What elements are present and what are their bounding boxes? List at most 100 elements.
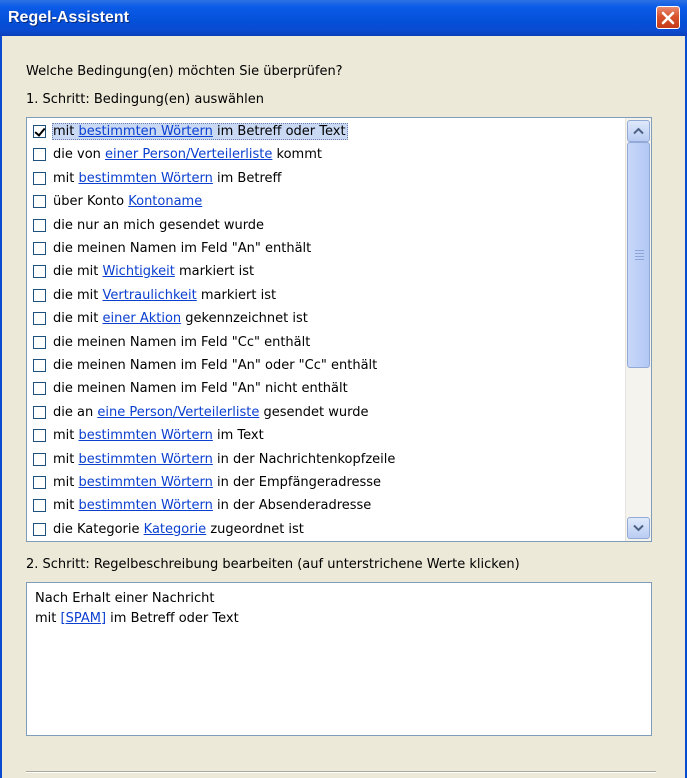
condition-label: mit bestimmten Wörtern in der Empfängera… <box>52 474 383 491</box>
condition-text: im Betreff <box>212 170 282 186</box>
close-x-icon <box>661 11 675 24</box>
rule-description-box: Nach Erhalt einer Nachricht mit [SPAM] i… <box>26 582 652 736</box>
condition-row[interactable]: mit bestimmten Wörtern in der Absenderad… <box>27 494 625 517</box>
condition-text: mit <box>53 451 79 467</box>
condition-label: mit bestimmten Wörtern im Betreff <box>52 170 283 187</box>
condition-row[interactable]: die von einer Person/Verteilerliste komm… <box>27 143 625 166</box>
condition-row[interactable]: die meinen Namen im Feld "Cc" enthält <box>27 331 625 354</box>
condition-label: die meinen Namen im Feld "An" nicht enth… <box>52 380 350 397</box>
condition-row[interactable]: die nur an mich gesendet wurde <box>27 214 625 237</box>
condition-row[interactable]: mit bestimmten Wörtern im Betreff oder T… <box>27 120 625 143</box>
condition-text: in der Nachrichtenkopfzeile <box>212 451 396 467</box>
condition-text: im Text <box>212 428 264 444</box>
condition-row[interactable]: mit bestimmten Wörtern im Betreff <box>27 167 625 190</box>
condition-text: gekennzeichnet ist <box>181 311 308 327</box>
thumb-grip-line <box>635 253 644 254</box>
spam-value-link[interactable]: [SPAM] <box>61 611 107 626</box>
condition-checkbox[interactable] <box>33 359 46 372</box>
condition-value-link[interactable]: bestimmten Wörtern <box>79 498 213 513</box>
condition-row[interactable]: die meinen Namen im Feld "An" enthält <box>27 237 625 260</box>
condition-checkbox[interactable] <box>33 218 46 232</box>
condition-checkbox[interactable] <box>33 382 46 396</box>
condition-text: die an <box>53 404 98 420</box>
condition-label: die meinen Namen im Feld "An" enthält <box>52 240 313 257</box>
condition-row[interactable]: mit bestimmten Wörtern im Text <box>27 424 625 447</box>
condition-text: mit <box>53 498 79 514</box>
condition-text: mit <box>53 170 79 186</box>
condition-text: markiert ist <box>174 264 255 280</box>
condition-checkbox[interactable] <box>33 288 46 302</box>
close-button[interactable] <box>656 6 680 29</box>
condition-text: in der Absenderadresse <box>212 498 372 514</box>
condition-label: die mit einer Aktion gekennzeichnet ist <box>52 310 310 327</box>
condition-row[interactable]: die an eine Person/Verteilerliste gesend… <box>27 401 625 424</box>
condition-text: in der Empfängeradresse <box>212 475 382 490</box>
condition-text: über Konto <box>53 194 129 210</box>
condition-row[interactable]: die mit einer Aktion gekennzeichnet ist <box>27 307 625 330</box>
condition-value-link[interactable]: Wichtigkeit <box>103 264 175 279</box>
condition-value-link[interactable]: Kontoname <box>128 194 202 209</box>
condition-checkbox[interactable] <box>33 148 46 162</box>
condition-row[interactable]: die meinen Namen im Feld "An" oder "Cc" … <box>27 354 625 377</box>
condition-checkbox[interactable] <box>33 452 46 466</box>
description-line-1: Nach Erhalt einer Nachricht <box>35 591 215 606</box>
condition-checkbox[interactable] <box>33 522 46 536</box>
condition-value-link[interactable]: Vertraulichkeit <box>103 288 197 303</box>
condition-label: mit bestimmten Wörtern im Betreff oder T… <box>52 123 348 140</box>
condition-checkbox[interactable] <box>33 476 46 489</box>
condition-value-link[interactable]: bestimmten Wörtern <box>79 452 213 467</box>
condition-checkbox[interactable] <box>33 405 46 419</box>
condition-value-link[interactable]: bestimmten Wörtern <box>79 124 213 139</box>
condition-checkbox[interactable] <box>33 312 46 326</box>
condition-text: die meinen Namen im Feld "An" enthält <box>53 241 312 256</box>
condition-label: die an eine Person/Verteilerliste gesend… <box>52 404 371 421</box>
condition-text: die meinen Namen im Feld "Cc" enthält <box>53 334 311 350</box>
step1-label: 1. Schritt: Bedingung(en) auswählen <box>26 92 265 107</box>
condition-row[interactable]: die mit Wichtigkeit markiert ist <box>27 260 625 283</box>
scroll-thumb[interactable] <box>627 142 650 368</box>
condition-row[interactable]: die Kategorie Kategorie zugeordnet ist <box>27 518 625 541</box>
condition-row[interactable]: mit bestimmten Wörtern in der Empfängera… <box>27 471 625 494</box>
window-title: Regel-Assistent <box>8 9 129 26</box>
scrollbar[interactable] <box>625 118 651 541</box>
conditions-list[interactable]: mit bestimmten Wörtern im Betreff oder T… <box>26 117 652 542</box>
condition-value-link[interactable]: einer Aktion <box>103 311 182 326</box>
condition-label: die mit Wichtigkeit markiert ist <box>52 263 256 280</box>
condition-text: die meinen Namen im Feld "An" oder "Cc" … <box>53 358 378 373</box>
condition-value-link[interactable]: bestimmten Wörtern <box>79 428 213 443</box>
condition-label: die nur an mich gesendet wurde <box>52 217 266 234</box>
condition-value-link[interactable]: bestimmten Wörtern <box>79 171 213 186</box>
condition-label: die von einer Person/Verteilerliste komm… <box>52 146 324 163</box>
condition-checkbox[interactable] <box>33 335 46 349</box>
condition-label: die meinen Namen im Feld "Cc" enthält <box>52 334 312 351</box>
condition-value-link[interactable]: einer Person/Verteilerliste <box>105 147 272 162</box>
condition-checkbox[interactable] <box>33 499 46 513</box>
condition-label: mit bestimmten Wörtern in der Absenderad… <box>52 497 373 514</box>
step2-label: 2. Schritt: Regelbeschreibung bearbeiten… <box>26 557 520 572</box>
condition-row[interactable]: mit bestimmten Wörtern in der Nachrichte… <box>27 448 625 471</box>
condition-text: die von <box>53 147 106 163</box>
condition-checkbox[interactable] <box>33 195 46 209</box>
scroll-down-button[interactable] <box>627 517 650 539</box>
condition-row[interactable]: die meinen Namen im Feld "An" nicht enth… <box>27 377 625 400</box>
condition-value-link[interactable]: Kategorie <box>144 522 207 537</box>
condition-checkbox[interactable] <box>33 429 46 443</box>
condition-label: die mit Vertraulichkeit markiert ist <box>52 287 278 304</box>
condition-row[interactable]: die mit Vertraulichkeit markiert ist <box>27 284 625 307</box>
scroll-up-button[interactable] <box>627 120 650 142</box>
condition-checkbox[interactable] <box>33 171 46 185</box>
condition-text: mit <box>53 124 79 139</box>
condition-text: mit <box>53 428 79 444</box>
condition-text: die mit <box>53 264 103 280</box>
arrow-down-icon <box>633 524 644 532</box>
condition-value-link[interactable]: bestimmten Wörtern <box>79 475 213 490</box>
condition-value-link[interactable]: eine Person/Verteilerliste <box>97 405 259 420</box>
condition-checkbox[interactable] <box>33 242 46 255</box>
condition-row[interactable]: über Konto Kontoname <box>27 190 625 213</box>
condition-checkbox[interactable] <box>33 265 46 279</box>
condition-checkbox[interactable] <box>33 125 46 138</box>
condition-text: die mit <box>53 287 103 303</box>
condition-text: kommt <box>272 147 322 163</box>
description-line-2: mit [SPAM] im Betreff oder Text <box>35 609 643 629</box>
condition-label: mit bestimmten Wörtern in der Nachrichte… <box>52 451 397 468</box>
